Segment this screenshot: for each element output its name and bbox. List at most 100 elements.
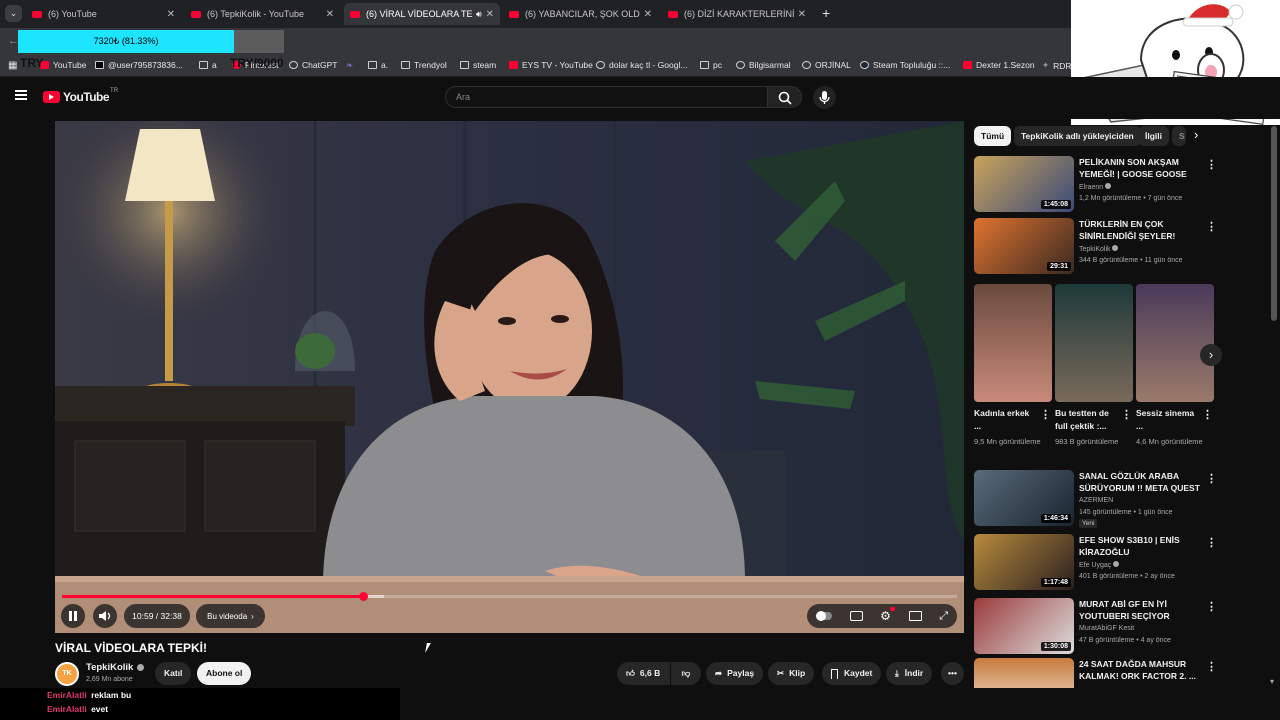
related-video[interactable]: 1:17:48 EFE SHOW S3B10 | ENİS KİRAZOĞLU … — [974, 534, 1264, 592]
join-button[interactable]: Katıl — [155, 662, 192, 685]
audio-playing-icon[interactable]: 🔊︎ — [476, 9, 482, 20]
settings-icon[interactable]: ⚙ — [880, 607, 895, 623]
bookmark-steam[interactable]: steam — [460, 60, 496, 70]
bookmark-tiktok[interactable]: @user795873836... — [95, 60, 183, 70]
short-thumbnail[interactable] — [974, 284, 1052, 402]
chip-related[interactable]: İlgili — [1138, 126, 1169, 146]
tab-viral-videolara-tepki[interactable]: (6) VİRAL VİDEOLARA TEPKİ 🔊︎ ✕ — [344, 3, 500, 25]
bookmark-trendyol[interactable]: Trendyol — [401, 60, 447, 70]
related-video[interactable]: 1:45:08 PELİKANIN SON AKŞAM YEMEĞİ! | GO… — [974, 156, 1264, 214]
bookmark-feather[interactable]: ❧ — [346, 60, 353, 71]
video-channel[interactable]: Elraenn — [1079, 183, 1112, 191]
shorts-next-button[interactable]: › — [1200, 344, 1222, 366]
video-title[interactable]: TÜRKLERİN EN ÇOK SİNİRLENDİĞİ ŞEYLER! — [1079, 218, 1204, 242]
short-title[interactable]: Bu testten de full çektik :... — [1055, 407, 1119, 433]
youtube-logo[interactable]: YouTube TR — [43, 88, 118, 104]
share-button[interactable]: ➦ Paylaş — [706, 662, 764, 685]
subtitles-icon[interactable] — [849, 611, 863, 621]
video-channel[interactable]: Efe Uygaç — [1079, 561, 1120, 569]
video-title[interactable]: EFE SHOW S3B10 | ENİS KİRAZOĞLU — [1079, 534, 1204, 558]
chip-from-uploader[interactable]: TepkiKolik adlı yükleyiciden — [1014, 126, 1141, 146]
video-title[interactable]: MURAT ABİ GF EN İYİ YOUTUBERI SEÇİYOR (S… — [1079, 598, 1204, 622]
chevron-right-icon[interactable]: › — [1194, 127, 1198, 142]
video-channel[interactable]: TepkiKolik — [1079, 245, 1119, 253]
tab-yabancilar[interactable]: (6) YABANCILAR, ŞOK OLDUKLA ✕ — [503, 3, 658, 25]
new-tab-button[interactable]: + — [822, 5, 830, 21]
video-channel[interactable]: AZERMEN — [1079, 497, 1113, 504]
bookmark-bilgisarmal[interactable]: Bilgisarmal — [736, 60, 791, 70]
pause-button[interactable] — [61, 604, 85, 628]
video-player[interactable]: 10:59 / 32:38 Bu videoda › ⚙ ⤢ — [55, 121, 964, 633]
more-vertical-icon[interactable]: ⋮ — [1121, 408, 1132, 421]
video-thumbnail[interactable]: 1:30:08 — [974, 598, 1074, 654]
bookmark-folder-a[interactable]: a — [199, 60, 217, 70]
volume-button[interactable] — [93, 604, 117, 628]
bookmark-youtube[interactable]: YouTube — [40, 60, 86, 70]
more-actions-button[interactable]: ••• — [941, 662, 964, 685]
clip-button[interactable]: ✂ Klip — [768, 662, 815, 685]
video-title[interactable]: SANAL GÖZLÜK ARABA SÜRÜYORUM !! META QUE… — [1079, 470, 1204, 494]
video-thumbnail[interactable]: 1:45:08 — [974, 156, 1074, 212]
bookmark-eys-tv[interactable]: EYS TV - YouTube — [509, 60, 593, 70]
close-icon[interactable]: ✕ — [486, 9, 494, 20]
bookmark-chatgpt[interactable]: ChatGPT — [289, 60, 337, 70]
tab-dizi-karakterleri[interactable]: (6) DİZİ KARAKTERLERİNİN FAV ✕ — [662, 3, 812, 25]
more-vertical-icon[interactable]: ⋮ — [1206, 220, 1217, 233]
video-thumbnail[interactable]: 1:17:48 — [974, 534, 1074, 590]
short-title[interactable]: Sessiz sinema ... — [1136, 407, 1200, 433]
chapter-button[interactable]: Bu videoda › — [196, 604, 265, 628]
related-video[interactable]: 1:30:08 MURAT ABİ GF EN İYİ YOUTUBERI SE… — [974, 598, 1264, 656]
short-thumbnail[interactable] — [1136, 284, 1214, 402]
close-icon[interactable]: ✕ — [326, 9, 334, 20]
fullscreen-icon[interactable]: ⤢ — [939, 610, 948, 623]
scroll-down-arrow-icon[interactable]: ▾ — [1270, 677, 1274, 686]
more-vertical-icon[interactable]: ⋮ — [1202, 408, 1213, 421]
bookmark-orjinal[interactable]: ORJİNAL — [802, 60, 851, 70]
video-thumbnail[interactable]: 29:31 — [974, 218, 1074, 274]
related-video[interactable]: 1:46:34 SANAL GÖZLÜK ARABA SÜRÜYORUM !! … — [974, 470, 1264, 528]
channel-name[interactable]: TepkiKolik — [86, 662, 145, 673]
seek-bar[interactable] — [62, 592, 957, 601]
apps-icon[interactable]: ▦ — [8, 60, 17, 71]
search-input[interactable]: Ara — [445, 86, 767, 108]
close-icon[interactable]: ✕ — [644, 9, 652, 20]
close-icon[interactable]: ✕ — [167, 9, 175, 20]
tab-tepkikolik-channel[interactable]: (6) TepkiKolik - YouTube ✕ — [185, 3, 340, 25]
download-button[interactable]: ⤓ İndir — [886, 662, 933, 685]
dislike-button[interactable]: 👎︎ — [671, 662, 701, 685]
more-vertical-icon[interactable]: ⋮ — [1206, 660, 1217, 673]
more-vertical-icon[interactable]: ⋮ — [1206, 600, 1217, 613]
more-vertical-icon[interactable]: ⋮ — [1206, 158, 1217, 171]
related-video[interactable]: 24 SAAT DAĞDA MAHSUR KALMAK! ORK FACTOR … — [974, 658, 1264, 688]
menu-icon[interactable] — [15, 90, 27, 100]
more-vertical-icon[interactable]: ⋮ — [1206, 536, 1217, 549]
more-vertical-icon[interactable]: ⋮ — [1040, 408, 1051, 421]
seek-scrubber-handle[interactable] — [358, 592, 368, 601]
bookmark-dexter[interactable]: Dexter 1.Sezon — [963, 60, 1035, 70]
theater-mode-icon[interactable] — [908, 611, 922, 621]
chip-all[interactable]: Tümü — [974, 126, 1012, 146]
close-icon[interactable]: ✕ — [798, 9, 806, 20]
related-video[interactable]: 29:31 TÜRKLERİN EN ÇOK SİNİRLENDİĞİ ŞEYL… — [974, 218, 1264, 276]
video-thumbnail[interactable]: 1:46:34 — [974, 470, 1074, 526]
tab-youtube-home[interactable]: (6) YouTube ✕ — [26, 3, 181, 25]
bookmark-pc[interactable]: pc — [700, 60, 722, 70]
tab-search-button[interactable]: ⌄ — [5, 5, 22, 22]
video-title[interactable]: 24 SAAT DAĞDA MAHSUR KALMAK! ORK FACTOR … — [1079, 658, 1204, 682]
channel-avatar[interactable]: TK — [55, 662, 79, 686]
video-channel[interactable]: MuratAbiGF Kesit — [1079, 625, 1134, 632]
like-button[interactable]: 👍︎ 6,6 B — [617, 662, 670, 685]
video-thumbnail[interactable] — [974, 658, 1074, 688]
bookmark-steam-community[interactable]: Steam Topluluğu ::... — [860, 60, 950, 70]
bookmark-rdr[interactable]: ✦ RDR — [1042, 60, 1072, 71]
search-button[interactable] — [767, 86, 802, 108]
short-thumbnail[interactable] — [1055, 284, 1133, 402]
subscribe-button[interactable]: Abone ol — [197, 662, 252, 685]
voice-search-button[interactable] — [813, 86, 836, 109]
more-vertical-icon[interactable]: ⋮ — [1206, 472, 1217, 485]
chip-more[interactable]: S — [1172, 126, 1186, 146]
video-title[interactable]: PELİKANIN SON AKŞAM YEMEĞİ! | GOOSE GOOS… — [1079, 156, 1204, 180]
bookmark-dolar[interactable]: dolar kaç tl - Googl... — [596, 60, 687, 70]
save-button[interactable]: Kaydet — [822, 662, 882, 685]
autoplay-toggle[interactable] — [815, 611, 832, 621]
